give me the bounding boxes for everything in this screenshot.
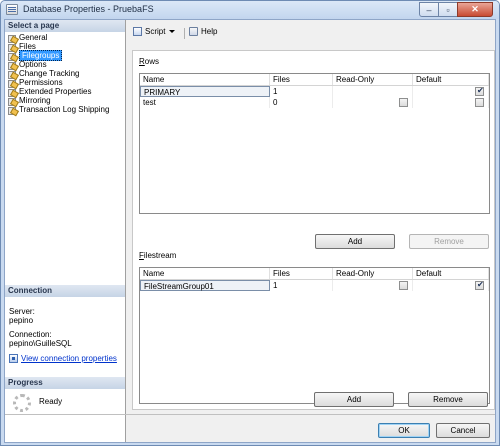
filegroup-name-cell[interactable]: PRIMARY xyxy=(140,86,270,97)
connection-value: pepino\GuilleSQL xyxy=(9,339,72,348)
progress-spinner-icon xyxy=(13,394,31,412)
page-item-change-tracking[interactable]: Change Tracking xyxy=(7,69,124,79)
view-connection-properties-link[interactable]: View connection properties xyxy=(9,354,117,363)
filestream-grid-header: Name Files Read-Only Default xyxy=(140,268,489,280)
page-icon xyxy=(8,34,17,43)
table-row[interactable]: FileStreamGroup01 1 xyxy=(140,280,489,291)
filegroup-name-cell[interactable]: test xyxy=(140,97,270,108)
page-icon xyxy=(8,70,17,79)
properties-icon xyxy=(9,354,18,363)
read-only-checkbox[interactable] xyxy=(399,98,408,107)
close-button[interactable]: ✕ xyxy=(457,2,493,17)
database-properties-window: Database Properties - PruebaFS – ▫ ✕ Sel… xyxy=(0,0,500,446)
page-item-filegroups[interactable]: Filegroups xyxy=(7,50,124,61)
default-cell xyxy=(413,86,489,97)
footer-divider xyxy=(5,414,495,415)
files-count-cell: 1 xyxy=(270,280,333,291)
help-button[interactable]: Help xyxy=(189,27,217,36)
rows-group-label: Rows xyxy=(139,57,160,66)
minimize-button[interactable]: – xyxy=(419,2,439,17)
database-icon xyxy=(6,4,18,15)
minimize-icon: – xyxy=(426,4,432,15)
read-only-cell xyxy=(333,97,413,108)
help-icon xyxy=(189,27,198,36)
page-list: General Files Filegroups Options Change … xyxy=(7,33,124,115)
page-icon xyxy=(8,106,17,115)
cancel-button[interactable]: Cancel xyxy=(436,423,490,438)
toolbar: Script Help xyxy=(127,20,495,45)
progress-header: Progress xyxy=(5,377,125,389)
filegroup-name-cell[interactable]: FileStreamGroup01 xyxy=(140,280,270,291)
toolbar-separator xyxy=(184,28,185,39)
column-header-default[interactable]: Default xyxy=(413,74,489,85)
filestream-group-label: Filestream xyxy=(139,251,177,260)
table-row[interactable]: PRIMARY 1 xyxy=(140,86,489,97)
server-value: pepino xyxy=(9,316,34,325)
page-item-permissions[interactable]: Permissions xyxy=(7,78,124,88)
maximize-button[interactable]: ▫ xyxy=(438,2,458,17)
title-bar[interactable]: Database Properties - PruebaFS – ▫ ✕ xyxy=(1,1,499,19)
connection-label: Connection: xyxy=(9,330,52,339)
window-controls: – ▫ ✕ xyxy=(419,2,493,17)
dialog-client: Select a page General Files Filegroups O… xyxy=(4,19,496,443)
progress-status: Ready xyxy=(39,397,63,406)
default-checkbox[interactable] xyxy=(475,280,484,290)
page-icon xyxy=(8,97,17,106)
rows-grid-header: Name Files Read-Only Default xyxy=(140,74,489,86)
page-item-mirroring[interactable]: Mirroring xyxy=(7,96,124,106)
rows-grid[interactable]: Name Files Read-Only Default PRIMARY 1 t… xyxy=(139,73,490,214)
column-header-files[interactable]: Files xyxy=(270,268,333,279)
default-cell xyxy=(413,97,489,108)
files-count-cell: 0 xyxy=(270,97,333,108)
column-header-default[interactable]: Default xyxy=(413,268,489,279)
filestream-remove-button[interactable]: Remove xyxy=(408,392,488,407)
column-header-name[interactable]: Name xyxy=(140,268,270,279)
page-icon xyxy=(8,88,17,97)
page-icon xyxy=(8,43,17,52)
page-icon xyxy=(8,52,17,61)
page-item-general[interactable]: General xyxy=(7,33,124,43)
maximize-icon: ▫ xyxy=(446,4,450,15)
select-page-header: Select a page xyxy=(5,20,125,32)
filestream-add-button[interactable]: Add xyxy=(314,392,394,407)
page-item-transaction-log-shipping[interactable]: Transaction Log Shipping xyxy=(7,105,124,115)
filegroups-content: Rows Name Files Read-Only Default PRIMAR… xyxy=(132,50,495,410)
script-button[interactable]: Script xyxy=(133,27,176,36)
page-icon xyxy=(8,61,17,70)
read-only-cell xyxy=(333,86,413,97)
page-item-options[interactable]: Options xyxy=(7,60,124,70)
rows-remove-button[interactable]: Remove xyxy=(409,234,489,249)
default-checkbox[interactable] xyxy=(475,98,484,107)
rows-add-button[interactable]: Add xyxy=(315,234,395,249)
default-cell xyxy=(413,280,489,291)
ok-button[interactable]: OK xyxy=(378,423,430,438)
table-row[interactable]: test 0 xyxy=(140,97,489,108)
column-header-read-only[interactable]: Read-Only xyxy=(333,74,413,85)
column-header-read-only[interactable]: Read-Only xyxy=(333,268,413,279)
chevron-down-icon[interactable] xyxy=(169,30,176,33)
page-item-extended-properties[interactable]: Extended Properties xyxy=(7,87,124,97)
read-only-checkbox[interactable] xyxy=(399,281,408,290)
right-panel: Script Help Rows Name Files Read-Only De… xyxy=(127,20,495,410)
script-icon xyxy=(133,27,142,36)
column-header-files[interactable]: Files xyxy=(270,74,333,85)
connection-info: Server: pepino Connection: pepino\Guille… xyxy=(9,307,123,348)
server-label: Server: xyxy=(9,307,35,316)
files-count-cell: 1 xyxy=(270,86,333,97)
filestream-grid[interactable]: Name Files Read-Only Default FileStreamG… xyxy=(139,267,490,404)
close-icon: ✕ xyxy=(471,4,479,14)
window-title: Database Properties - PruebaFS xyxy=(23,4,154,14)
read-only-cell xyxy=(333,280,413,291)
page-icon xyxy=(8,79,17,88)
default-checkbox[interactable] xyxy=(475,86,484,96)
column-header-name[interactable]: Name xyxy=(140,74,270,85)
connection-header: Connection xyxy=(5,285,125,297)
left-panel: Select a page General Files Filegroups O… xyxy=(5,20,126,442)
